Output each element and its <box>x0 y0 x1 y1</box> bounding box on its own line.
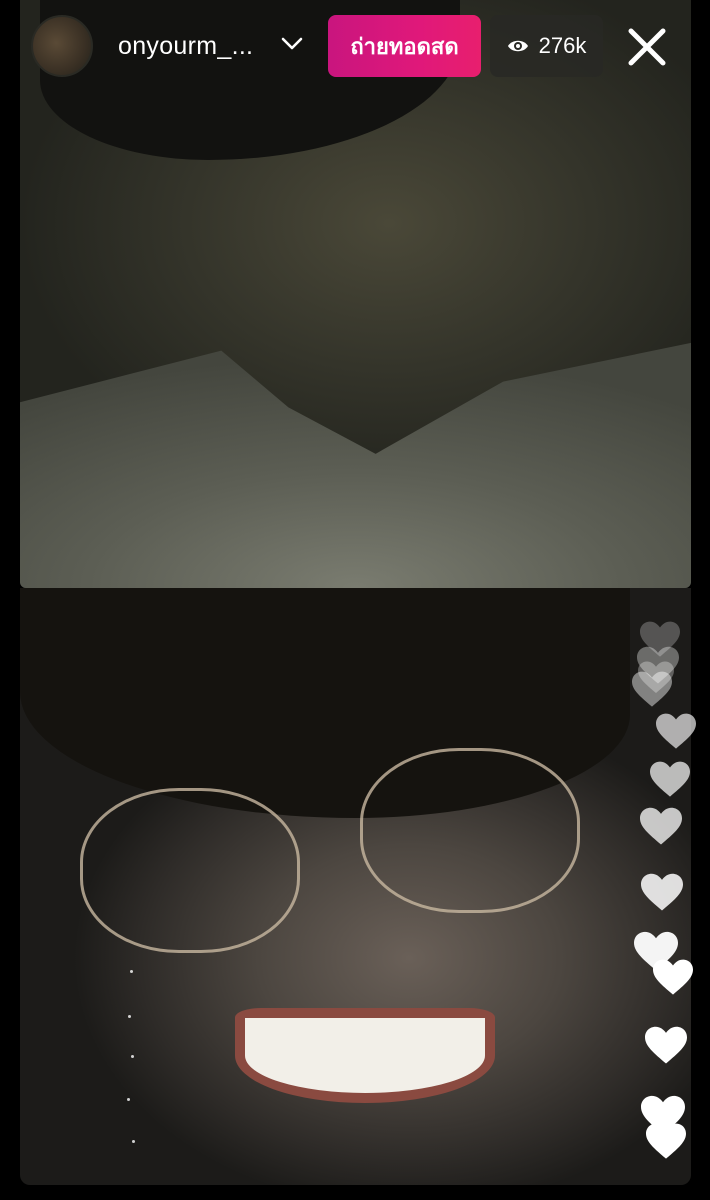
video-content <box>20 342 691 588</box>
viewer-count: 276k <box>538 33 587 58</box>
heart-icon <box>641 872 683 914</box>
heart-icon <box>656 712 696 752</box>
bottom-video-feed <box>20 588 691 1185</box>
heart-icon <box>638 660 674 696</box>
sparkle-dot <box>130 970 133 973</box>
top-video-feed <box>20 0 691 588</box>
video-content <box>360 748 580 913</box>
username-label[interactable]: onyourm_... <box>118 32 253 61</box>
live-label: ถ่ายทอดสด <box>350 33 459 59</box>
viewer-count-pill[interactable]: 276k <box>490 15 603 77</box>
video-content <box>80 788 300 953</box>
chevron-down-icon[interactable] <box>280 32 304 56</box>
sparkle-dot <box>128 1015 131 1018</box>
sparkle-dot <box>131 1055 134 1058</box>
heart-icon <box>653 958 693 998</box>
live-badge: ถ่ายทอดสด <box>328 15 481 77</box>
heart-icon <box>650 760 690 800</box>
close-button[interactable] <box>622 22 672 72</box>
video-content <box>235 1008 495 1103</box>
sparkle-dot <box>127 1098 130 1101</box>
eye-icon <box>507 38 529 54</box>
profile-avatar[interactable] <box>31 15 93 77</box>
heart-icon <box>646 1122 686 1162</box>
close-icon <box>628 28 666 66</box>
heart-icon <box>645 1025 687 1067</box>
sparkle-dot <box>132 1140 135 1143</box>
heart-icon <box>640 806 682 848</box>
